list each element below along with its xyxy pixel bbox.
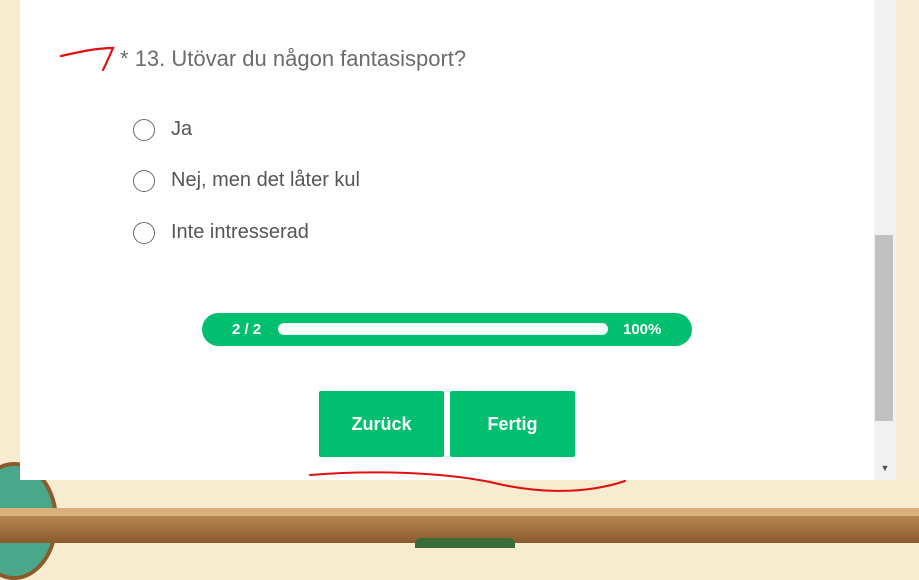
decorative-knob — [415, 538, 515, 548]
question-text: 13. Utövar du någon fantasisport? — [134, 46, 467, 71]
option-label: Nej, men det låter kul — [171, 169, 360, 191]
progress-track — [278, 323, 608, 335]
page-background — [896, 0, 919, 480]
scrollbar-thumb[interactable] — [875, 235, 893, 421]
progress-count: 2 / 2 — [232, 321, 262, 338]
progress-fill — [281, 326, 605, 332]
option-inte-intresserad[interactable]: Inte intresserad — [133, 221, 309, 244]
back-button[interactable]: Zurück — [319, 391, 444, 457]
radio-button[interactable] — [133, 118, 155, 141]
option-label: Ja — [171, 118, 193, 140]
required-marker: * — [120, 46, 129, 71]
option-label: Inte intresserad — [171, 221, 309, 243]
option-nej-men-det-later-kul[interactable]: Nej, men det låter kul — [133, 169, 360, 192]
radio-button[interactable] — [133, 221, 155, 244]
done-button[interactable]: Fertig — [450, 391, 575, 457]
progress-bar: 2 / 2 100% — [202, 313, 692, 346]
progress-percent: 100% — [623, 321, 662, 338]
question-title: * 13. Utövar du någon fantasisport? — [120, 46, 466, 72]
scroll-down-arrow-icon[interactable]: ▼ — [879, 462, 891, 474]
radio-button[interactable] — [133, 169, 155, 192]
option-ja[interactable]: Ja — [133, 118, 192, 141]
